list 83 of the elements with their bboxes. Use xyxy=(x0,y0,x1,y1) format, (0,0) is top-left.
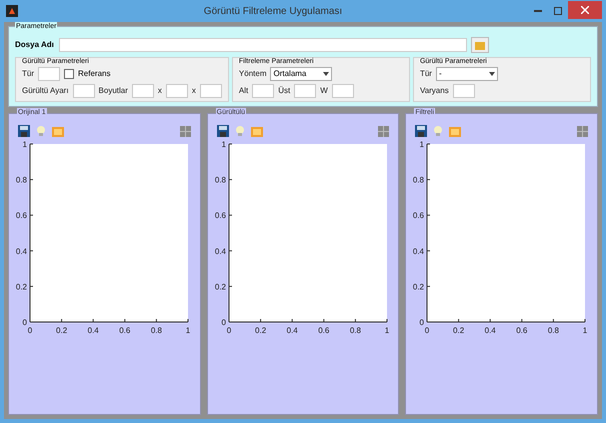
save-icon[interactable] xyxy=(415,125,428,137)
close-button[interactable] xyxy=(568,1,602,19)
y-tick-label: 1 xyxy=(221,140,226,149)
y-tick-label: 0.8 xyxy=(16,176,27,185)
input-field[interactable] xyxy=(200,84,222,98)
x-tick-label: 1 xyxy=(384,326,389,335)
folder-icon xyxy=(475,40,485,50)
lightbulb-icon[interactable] xyxy=(432,125,444,137)
x-tick-label: 0.8 xyxy=(150,326,162,335)
field-label: Gürültü Ayarı xyxy=(22,85,69,97)
y-tick-label: 0 xyxy=(221,318,226,327)
app-icon xyxy=(6,5,18,17)
save-icon[interactable] xyxy=(216,125,229,137)
x-tick-label: 0.8 xyxy=(350,326,361,335)
x-tick-label: 0.6 xyxy=(119,326,130,335)
window-title: Görüntü Filtreleme Uygulaması xyxy=(202,4,344,18)
input-field[interactable] xyxy=(38,67,60,81)
minimize-icon xyxy=(534,10,542,12)
field-label: Boyutlar xyxy=(98,85,128,97)
y-tick-label: 0.4 xyxy=(16,246,27,256)
x-tick-label: 1 xyxy=(583,326,588,335)
y-tick-label: 1 xyxy=(22,140,27,149)
x-tick-label: 0.4 xyxy=(88,326,99,335)
input-field[interactable] xyxy=(72,84,95,98)
grid-icon[interactable] xyxy=(378,126,390,136)
referans-checkbox[interactable]: Referans xyxy=(64,68,110,80)
field-label: W xyxy=(320,85,328,97)
lightbulb-icon[interactable] xyxy=(234,125,246,137)
y-tick-label: 1 xyxy=(420,140,424,149)
dropdown[interactable]: Ortalama xyxy=(270,67,332,81)
save-icon[interactable] xyxy=(18,125,30,137)
y-tick-label: 0.4 xyxy=(413,246,424,256)
x-tick-label: 0 xyxy=(226,326,231,335)
input-field[interactable] xyxy=(452,84,475,98)
x-tick-label: 0.2 xyxy=(254,326,266,335)
field-label: Alt xyxy=(238,85,248,97)
y-tick-label: 0 xyxy=(22,318,27,327)
grid-icon[interactable] xyxy=(577,126,588,136)
x-tick-label: 0 xyxy=(28,326,32,335)
input-field[interactable] xyxy=(132,84,154,98)
y-tick-label: 0.6 xyxy=(16,211,27,220)
y-tick-label: 0.2 xyxy=(214,282,226,292)
y-tick-label: 0.6 xyxy=(214,211,226,220)
folder-icon[interactable] xyxy=(250,125,263,137)
y-tick-label: 0.8 xyxy=(214,176,226,185)
close-icon xyxy=(581,6,589,14)
input-field[interactable] xyxy=(252,84,274,98)
x-tick-label: 0.2 xyxy=(56,326,68,335)
x-tick-label: 1 xyxy=(186,326,190,335)
dropdown-arrow-icon xyxy=(323,72,330,76)
y-tick-label: 0.6 xyxy=(413,211,424,220)
input-field[interactable] xyxy=(166,84,188,98)
dropdown-arrow-icon xyxy=(488,72,495,76)
input-field[interactable] xyxy=(332,84,354,98)
x-tick-label: 0.6 xyxy=(516,326,528,335)
maximize-icon xyxy=(554,7,562,15)
grid-icon[interactable] xyxy=(180,126,191,136)
browse-button[interactable] xyxy=(471,37,489,53)
x-tick-label: 0.6 xyxy=(318,326,330,335)
field-label: Varyans xyxy=(420,85,449,97)
field-label: x xyxy=(192,85,196,97)
file-label: Dosya Adı xyxy=(15,39,55,51)
field-label: x xyxy=(158,85,162,97)
file-name-field[interactable] xyxy=(59,38,467,52)
field-label: Yöntem xyxy=(238,68,266,80)
folder-icon[interactable] xyxy=(449,125,462,137)
field-label: Tür xyxy=(22,68,34,80)
x-tick-label: 0.4 xyxy=(484,326,496,335)
folder-icon[interactable] xyxy=(52,125,64,137)
y-tick-label: 0.8 xyxy=(413,176,424,185)
y-tick-label: 0.4 xyxy=(214,246,226,256)
y-tick-label: 0.2 xyxy=(16,282,27,292)
dropdown[interactable]: - xyxy=(436,67,498,81)
field-label: Tür xyxy=(420,68,432,80)
x-tick-label: 0.2 xyxy=(453,326,464,335)
input-field[interactable] xyxy=(294,84,316,98)
y-tick-label: 0 xyxy=(420,318,424,327)
x-tick-label: 0.4 xyxy=(286,326,298,335)
y-tick-label: 0.2 xyxy=(413,282,424,292)
x-tick-label: 0 xyxy=(425,326,430,335)
field-label: Üst xyxy=(278,85,290,97)
x-tick-label: 0.8 xyxy=(548,326,560,335)
lightbulb-icon[interactable] xyxy=(35,125,47,137)
